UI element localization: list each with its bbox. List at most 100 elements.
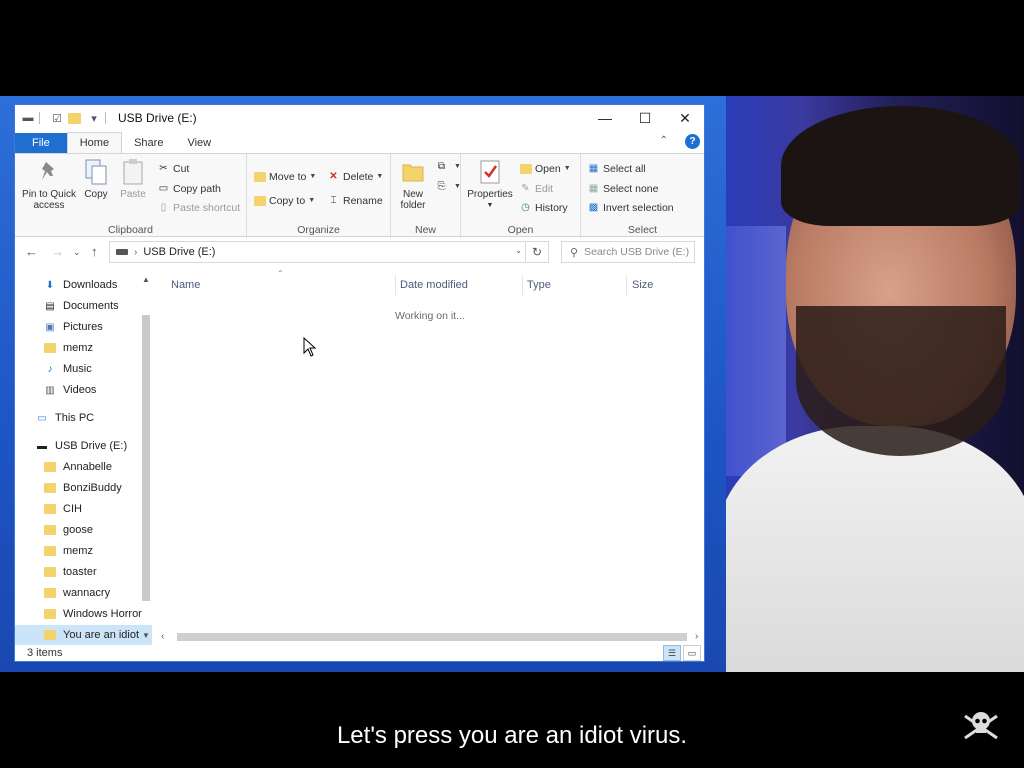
nav-item-annabelle[interactable]: Annabelle bbox=[15, 457, 152, 477]
nav-item-label: wannacry bbox=[63, 587, 111, 599]
scroll-up-icon[interactable]: ▲ bbox=[140, 275, 152, 284]
person-beard bbox=[796, 306, 1006, 456]
scissors-icon: ✂ bbox=[159, 163, 168, 174]
history-button[interactable]: ◷ History bbox=[519, 201, 568, 214]
copy-path-button[interactable]: ▭ Copy path bbox=[157, 182, 221, 195]
folder-icon bbox=[43, 566, 57, 578]
tab-view[interactable]: View bbox=[175, 133, 223, 153]
search-input[interactable]: ⚲ Search USB Drive (E:) bbox=[561, 241, 695, 263]
select-all-icon: ▦ bbox=[588, 163, 599, 174]
new-item-button[interactable]: ⧉ ▼ bbox=[435, 160, 461, 173]
move-to-icon bbox=[253, 170, 266, 183]
nav-item-pictures[interactable]: ▣ Pictures 📌 bbox=[15, 317, 152, 337]
nav-item-label: goose bbox=[63, 524, 93, 536]
properties-button[interactable]: Properties ▼ bbox=[465, 158, 515, 211]
delete-x-icon: ✕ bbox=[329, 171, 338, 182]
paste-button[interactable]: Paste bbox=[117, 158, 149, 200]
scroll-right-icon[interactable]: › bbox=[695, 631, 698, 642]
help-icon[interactable]: ? bbox=[685, 134, 700, 149]
rename-button[interactable]: ⌶ Rename bbox=[327, 194, 383, 207]
chevron-down-icon[interactable]: ⌄ bbox=[515, 246, 522, 255]
collapse-ribbon-icon[interactable]: ⌃ bbox=[660, 135, 668, 146]
column-header-size[interactable]: Size bbox=[632, 279, 653, 291]
pin-icon bbox=[35, 158, 63, 186]
nav-item-documents[interactable]: ▤ Documents 📌 bbox=[15, 296, 152, 316]
maximize-button[interactable]: ☐ bbox=[625, 105, 665, 131]
new-folder-icon[interactable] bbox=[68, 112, 81, 124]
copy-button[interactable]: Copy bbox=[81, 158, 111, 200]
scroll-down-icon[interactable]: ▼ bbox=[140, 631, 152, 640]
copy-to-label: Copy to bbox=[269, 194, 306, 207]
large-icons-view-icon[interactable]: ▭ bbox=[683, 645, 701, 661]
horizontal-scrollbar[interactable]: ‹ › bbox=[159, 631, 705, 643]
nav-item-label: memz bbox=[63, 342, 93, 354]
nav-item-usb-drive[interactable]: ▬ USB Drive (E:) bbox=[15, 436, 152, 456]
invert-selection-button[interactable]: ▩ Invert selection bbox=[587, 201, 674, 214]
column-header-name[interactable]: Name bbox=[171, 279, 200, 291]
move-to-button[interactable]: Move to ▼ bbox=[253, 170, 316, 183]
easy-access-button[interactable]: ⎘ ▼ bbox=[435, 180, 461, 193]
paste-shortcut-button[interactable]: ▯ Paste shortcut bbox=[157, 201, 240, 214]
nav-item-this-pc[interactable]: ▭ This PC bbox=[15, 408, 152, 428]
new-folder-label: New folder bbox=[400, 189, 426, 211]
column-header-type[interactable]: Type bbox=[527, 279, 551, 291]
chevron-down-icon: ▼ bbox=[486, 202, 494, 209]
folder-icon bbox=[43, 587, 57, 599]
delete-button[interactable]: ✕ Delete ▼ bbox=[327, 170, 383, 183]
nav-item-bonzibuddy[interactable]: BonziBuddy bbox=[15, 478, 152, 498]
tab-file[interactable]: File bbox=[15, 133, 67, 153]
webcam-overlay bbox=[726, 96, 1024, 672]
cut-button[interactable]: ✂ Cut bbox=[157, 162, 189, 175]
nav-item-memz[interactable]: memz bbox=[15, 338, 152, 358]
folder-icon bbox=[43, 342, 57, 354]
nav-pane-scrollbar[interactable]: ▲ ▼ bbox=[140, 273, 152, 651]
nav-item-memz-usb[interactable]: memz bbox=[15, 541, 152, 561]
scrollbar-thumb[interactable] bbox=[177, 633, 687, 641]
new-group: New folder ⧉ ▼ ⎘ ▼ New bbox=[391, 154, 461, 238]
nav-item-wannacry[interactable]: wannacry bbox=[15, 583, 152, 603]
new-item-icon: ⧉ bbox=[437, 161, 446, 172]
navigation-pane: ⬇ Downloads 📌 ▤ Documents 📌 ▣ Pictures 📌… bbox=[15, 273, 152, 651]
select-all-button[interactable]: ▦ Select all bbox=[587, 162, 646, 175]
new-folder-button[interactable]: New folder bbox=[395, 158, 431, 211]
close-button[interactable]: ✕ bbox=[665, 105, 705, 131]
nav-item-music[interactable]: ♪ Music bbox=[15, 359, 152, 379]
organize-group: Move to ▼ Copy to ▼ ✕ Delete ▼ ⌶ Rename Organ… bbox=[247, 154, 391, 238]
details-view-icon[interactable]: ☰ bbox=[663, 645, 681, 661]
person-hoodie bbox=[726, 426, 1024, 672]
refresh-icon[interactable]: ↻ bbox=[525, 242, 548, 262]
ribbon-home: Pin to Quick access Copy Paste ✂ Cut ▭ C… bbox=[15, 153, 704, 238]
nav-item-you-are-an-idiot[interactable]: You are an idiot bbox=[15, 625, 152, 645]
nav-item-toaster[interactable]: toaster bbox=[15, 562, 152, 582]
rename-icon: ⌶ bbox=[330, 195, 337, 206]
select-none-button[interactable]: ▦ Select none bbox=[587, 182, 659, 195]
copy-to-button[interactable]: Copy to ▼ bbox=[253, 194, 315, 207]
edit-button[interactable]: ✎ Edit bbox=[519, 182, 553, 195]
open-button[interactable]: Open ▼ bbox=[519, 162, 571, 175]
column-divider bbox=[522, 275, 523, 295]
tab-home[interactable]: Home bbox=[66, 132, 123, 153]
nav-item-downloads[interactable]: ⬇ Downloads 📌 bbox=[15, 275, 152, 295]
back-arrow-icon[interactable]: ← bbox=[25, 244, 38, 259]
tab-share[interactable]: Share bbox=[122, 133, 175, 153]
quick-access-dropdown-icon[interactable]: ▾ bbox=[87, 111, 101, 125]
up-arrow-icon[interactable]: ↑ bbox=[91, 244, 98, 259]
nav-item-videos[interactable]: ▥ Videos bbox=[15, 380, 152, 400]
address-bar[interactable]: › USB Drive (E:) ⌄ ↻ bbox=[109, 241, 549, 263]
nav-item-windows-horror[interactable]: Windows Horror bbox=[15, 604, 152, 624]
recent-locations-chevron-icon[interactable]: ⌄ bbox=[73, 247, 81, 258]
video-subtitle: Let's press you are an idiot virus. bbox=[336, 722, 688, 749]
column-header-date-modified[interactable]: Date modified bbox=[400, 279, 468, 291]
minimize-button[interactable]: — bbox=[585, 105, 625, 131]
forward-arrow-icon[interactable]: → bbox=[51, 244, 64, 259]
scrollbar-thumb[interactable] bbox=[142, 315, 150, 601]
scroll-left-icon[interactable]: ‹ bbox=[161, 631, 164, 642]
nav-item-goose[interactable]: goose bbox=[15, 520, 152, 540]
nav-item-cih[interactable]: CIH bbox=[15, 499, 152, 519]
properties-check-icon[interactable]: ☑ bbox=[50, 111, 64, 125]
picture-icon: ▣ bbox=[45, 321, 55, 333]
organize-group-label: Organize bbox=[297, 224, 340, 236]
music-note-icon: ♪ bbox=[47, 363, 53, 375]
copy-label: Copy bbox=[84, 189, 108, 200]
pin-to-quick-access-button[interactable]: Pin to Quick access bbox=[19, 158, 79, 211]
